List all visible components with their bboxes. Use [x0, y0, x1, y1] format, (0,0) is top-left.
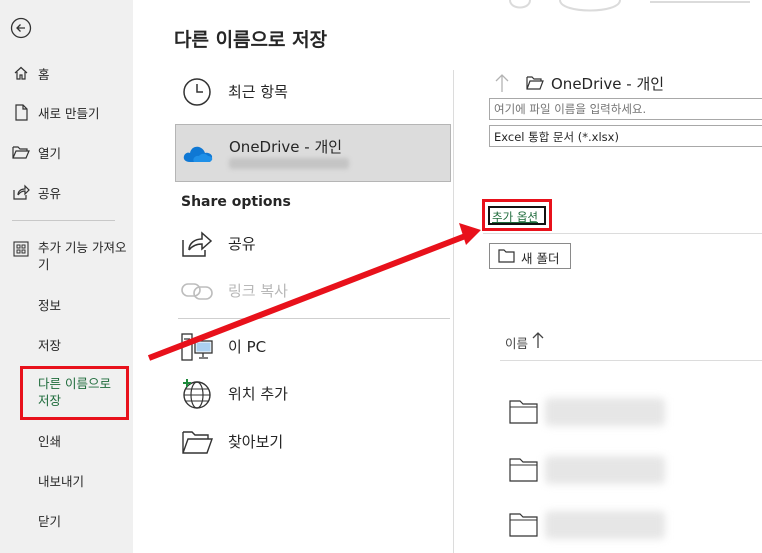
nav-label-print: 인쇄 — [38, 433, 62, 449]
nav-label-close: 닫기 — [38, 513, 62, 529]
nav-label-info: 정보 — [38, 297, 62, 313]
blurred-folder-name — [545, 398, 665, 426]
nav-item-export[interactable]: 내보내기 — [0, 469, 133, 491]
nav-item-close[interactable]: 닫기 — [0, 509, 133, 531]
location-recent[interactable]: 최근 항목 — [175, 68, 451, 114]
folder-icon — [509, 458, 539, 486]
nav-item-open[interactable]: 열기 — [0, 141, 133, 163]
location-recent-label: 최근 항목 — [228, 82, 288, 101]
filename-input[interactable] — [489, 98, 762, 120]
location-this-pc[interactable]: 이 PC — [175, 323, 451, 369]
folder-icon — [509, 513, 539, 541]
nav-item-print[interactable]: 인쇄 — [0, 429, 133, 451]
share-option-copy-link: 링크 복사 — [175, 267, 451, 313]
options-divider — [483, 233, 762, 234]
new-folder-button[interactable]: 새 폴더 — [489, 243, 571, 269]
share-option-share-label: 공유 — [228, 234, 256, 253]
addins-grid-icon — [12, 240, 30, 258]
globe-add-icon — [181, 378, 213, 410]
clock-icon — [181, 76, 213, 108]
nav-label-save: 저장 — [38, 337, 62, 353]
folder-icon — [509, 400, 539, 428]
nav-label-export: 내보내기 — [38, 473, 85, 489]
folder-row[interactable] — [505, 505, 762, 545]
location-add-place-label: 위치 추가 — [228, 384, 288, 403]
nav-label-new: 새로 만들기 — [38, 105, 100, 121]
location-onedrive-label: OneDrive - 개인 — [229, 138, 343, 156]
new-folder-icon — [498, 249, 515, 266]
more-options-link[interactable]: 추가 옵션 — [488, 206, 546, 225]
share-options-heading: Share options — [181, 194, 291, 210]
nav-item-share[interactable]: 공유 — [0, 181, 133, 203]
link-icon — [181, 275, 213, 307]
share-icon — [181, 228, 213, 260]
share-icon — [12, 183, 30, 201]
folder-row[interactable] — [505, 392, 762, 432]
nav-label-open: 열기 — [38, 145, 62, 161]
blurred-folder-name — [545, 511, 665, 539]
nav-label-home: 홈 — [38, 66, 50, 82]
blurred-folder-name — [545, 456, 665, 484]
location-browse[interactable]: 찾아보기 — [175, 418, 451, 464]
location-add-place[interactable]: 위치 추가 — [175, 370, 451, 416]
nav-label-addins: 추가 기능 가져오기 — [38, 240, 127, 272]
decorative-background-graphic — [509, 0, 750, 12]
panel-divider — [453, 70, 454, 553]
folder-row[interactable] — [505, 450, 762, 490]
new-folder-label: 새 폴더 — [521, 251, 560, 266]
nav-label-share: 공유 — [38, 185, 62, 201]
annotation-highlight-saveas — [20, 366, 129, 420]
onedrive-cloud-icon — [182, 138, 214, 170]
nav-item-new[interactable]: 새로 만들기 — [0, 101, 133, 123]
nav-item-home[interactable]: 홈 — [0, 62, 133, 84]
column-header-divider — [500, 360, 762, 361]
back-arrow-icon[interactable] — [10, 17, 32, 39]
share-option-share[interactable]: 공유 — [175, 220, 451, 266]
current-path: OneDrive - 개인 — [551, 75, 665, 93]
blurred-account-email — [229, 158, 349, 169]
home-icon — [12, 64, 30, 82]
location-browse-label: 찾아보기 — [228, 432, 284, 451]
location-onedrive[interactable]: OneDrive - 개인 — [175, 124, 451, 182]
page-title: 다른 이름으로 저장 — [174, 29, 328, 51]
nav-divider — [12, 220, 115, 221]
up-one-level-icon[interactable] — [494, 73, 510, 93]
nav-item-info[interactable]: 정보 — [0, 293, 133, 315]
path-folder-icon — [526, 76, 544, 90]
new-document-icon — [12, 103, 30, 121]
nav-item-save[interactable]: 저장 — [0, 333, 133, 355]
location-divider — [178, 318, 450, 319]
save-as-backstage: 홈 새로 만들기 열기 공유 추가 기능 가져오기 정보 저장 다른 이름으로 … — [0, 0, 762, 553]
open-folder-icon — [12, 143, 30, 161]
location-this-pc-label: 이 PC — [228, 337, 267, 356]
sort-ascending-icon[interactable] — [532, 331, 544, 349]
browse-folder-icon — [181, 426, 213, 458]
name-column-header[interactable]: 이름 — [505, 333, 528, 352]
share-option-copy-link-label: 링크 복사 — [228, 281, 288, 300]
computer-icon — [181, 331, 213, 363]
backstage-nav: 홈 새로 만들기 열기 공유 추가 기능 가져오기 정보 저장 다른 이름으로 … — [0, 0, 133, 553]
filetype-select[interactable]: Excel 통합 문서 (*.xlsx) — [489, 125, 762, 147]
